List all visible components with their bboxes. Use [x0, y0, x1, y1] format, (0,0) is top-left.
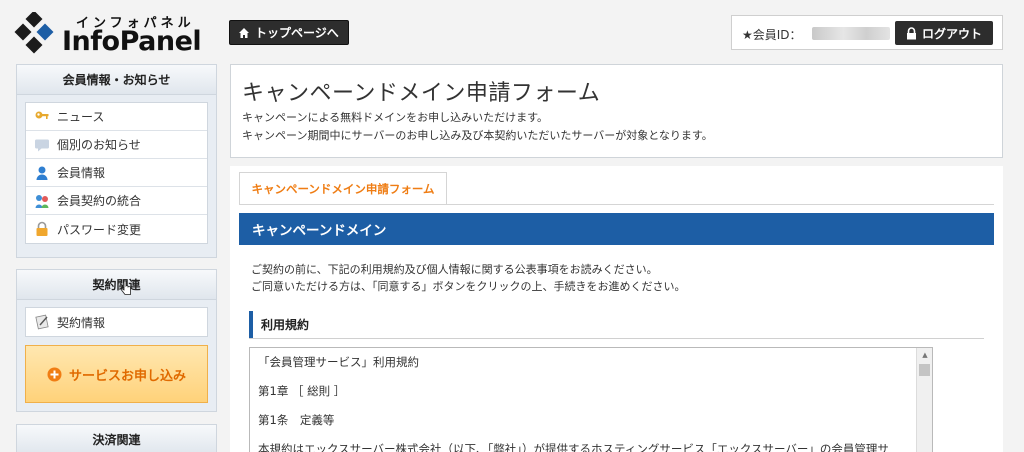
- intro-line: ご契約の前に、下記の利用規約及び個人情報に関する公表事項をお読みください。: [251, 263, 658, 276]
- member-info-panel: 会員情報・お知らせ ニュース 個別のお知らせ 会員情報 会員契約の統合 パスワー…: [16, 64, 217, 258]
- form-content-card: キャンペーンドメイン申請フォーム キャンペーンドメイン ご契約の前に、下記の利用…: [230, 166, 1003, 452]
- scroll-thumb[interactable]: [919, 364, 930, 376]
- intro-line: ご同意いただける方は、「同意する」ボタンをクリックの上、手続きをお進めください。: [251, 280, 686, 293]
- logout-button[interactable]: ログアウト: [895, 21, 993, 45]
- description-line: キャンペーン期間中にサーバーのお申し込み及び本契約いただいたサーバーが対象となり…: [242, 129, 713, 142]
- logo-diamond-icon: [14, 12, 54, 54]
- terms-line: 第1章 ［ 総則 ］: [258, 384, 346, 398]
- description-line: キャンペーンによる無料ドメインをお申し込みいただけます。: [242, 111, 549, 124]
- member-info-box: ★会員ID： ログアウト: [731, 15, 1003, 50]
- intro-text: ご契約の前に、下記の利用規約及び個人情報に関する公表事項をお読みください。 ご同…: [251, 261, 686, 295]
- sidebar-item-notices[interactable]: 個別のお知らせ: [26, 131, 207, 159]
- page-header-card: キャンペーンドメイン申請フォーム キャンペーンによる無料ドメインをお申し込みいた…: [230, 64, 1003, 158]
- sidebar-item-merge-contract[interactable]: 会員契約の統合: [26, 187, 207, 215]
- member-id-redacted: [812, 27, 890, 40]
- service-application-button[interactable]: サービスお申し込み: [25, 345, 208, 403]
- member-section-title: 会員情報・お知らせ: [17, 65, 216, 95]
- contract-panel: 契約関連 契約情報 サービスお申し込み: [16, 269, 217, 412]
- page-title: キャンペーンドメイン申請フォーム: [242, 81, 601, 106]
- sidebar-item-label: 会員契約の統合: [57, 194, 142, 208]
- top-page-label: トップページへ: [255, 26, 339, 40]
- sidebar-item-label: 契約情報: [57, 315, 106, 330]
- logo-wordmark: InfoPanel: [62, 26, 202, 57]
- member-menu-list: ニュース 個別のお知らせ 会員情報 会員契約の統合 パスワード変更: [25, 102, 208, 244]
- payment-panel: 決済関連: [16, 424, 217, 452]
- terms-scrollbar[interactable]: ▲: [916, 348, 932, 452]
- sidebar-item-label: 個別のお知らせ: [57, 138, 141, 152]
- document-icon: [35, 314, 49, 330]
- terms-scroll-box[interactable]: 「会員管理サービス」利用規約 第1章 ［ 総則 ］ 第1条 定義等 本規約はエッ…: [249, 347, 933, 452]
- user-icon: [36, 166, 48, 180]
- sidebar-item-label: ニュース: [57, 110, 105, 124]
- top-page-button[interactable]: トップページへ: [229, 20, 349, 45]
- sidebar-item-label: 会員情報: [57, 166, 106, 180]
- key-icon: [35, 111, 49, 119]
- tab-campaign-domain-form[interactable]: キャンペーンドメイン申請フォーム: [239, 172, 447, 205]
- padlock-icon: [906, 26, 916, 39]
- sidebar-item-contract-info[interactable]: 契約情報: [26, 308, 207, 336]
- sidebar-item-label: パスワード変更: [57, 222, 142, 237]
- terms-line: 「会員管理サービス」利用規約: [258, 355, 419, 369]
- payment-section-title: 決済関連: [17, 425, 216, 452]
- member-id-label: ★会員ID：: [742, 28, 802, 42]
- contract-section-title: 契約関連: [17, 270, 216, 300]
- page-description: キャンペーンによる無料ドメインをお申し込みいただけます。 キャンペーン期間中にサ…: [242, 109, 713, 145]
- contract-menu-list: 契約情報: [25, 307, 208, 337]
- mouse-cursor-icon: [121, 280, 131, 295]
- scroll-up-arrow-icon[interactable]: ▲: [917, 348, 932, 362]
- sidebar-item-member-info[interactable]: 会員情報: [26, 159, 207, 187]
- terms-line: 第1条 定義等: [258, 413, 335, 427]
- sidebar-item-news[interactable]: ニュース: [26, 103, 207, 131]
- sidebar-item-password-change[interactable]: パスワード変更: [26, 215, 207, 243]
- logout-label: ログアウト: [921, 26, 982, 41]
- header: インフォパネル InfoPanel トップページへ ★会員ID： ログアウト: [0, 0, 1024, 62]
- merge-icon: [35, 194, 49, 208]
- tab-divider: [239, 204, 994, 205]
- terms-heading: 利用規約: [249, 311, 984, 339]
- plus-circle-icon: [47, 367, 62, 381]
- lock-icon: [36, 221, 48, 236]
- infopanel-logo[interactable]: インフォパネル InfoPanel: [14, 10, 204, 57]
- terms-line: 本規約はエックスサーバー株式会社（以下、「弊社」）が提供するホスティングサービス…: [258, 442, 889, 452]
- home-icon: [239, 27, 249, 38]
- service-application-label: サービスお申し込み: [68, 368, 186, 384]
- section-title-bar: キャンペーンドメイン: [239, 213, 994, 245]
- message-icon: [35, 139, 49, 151]
